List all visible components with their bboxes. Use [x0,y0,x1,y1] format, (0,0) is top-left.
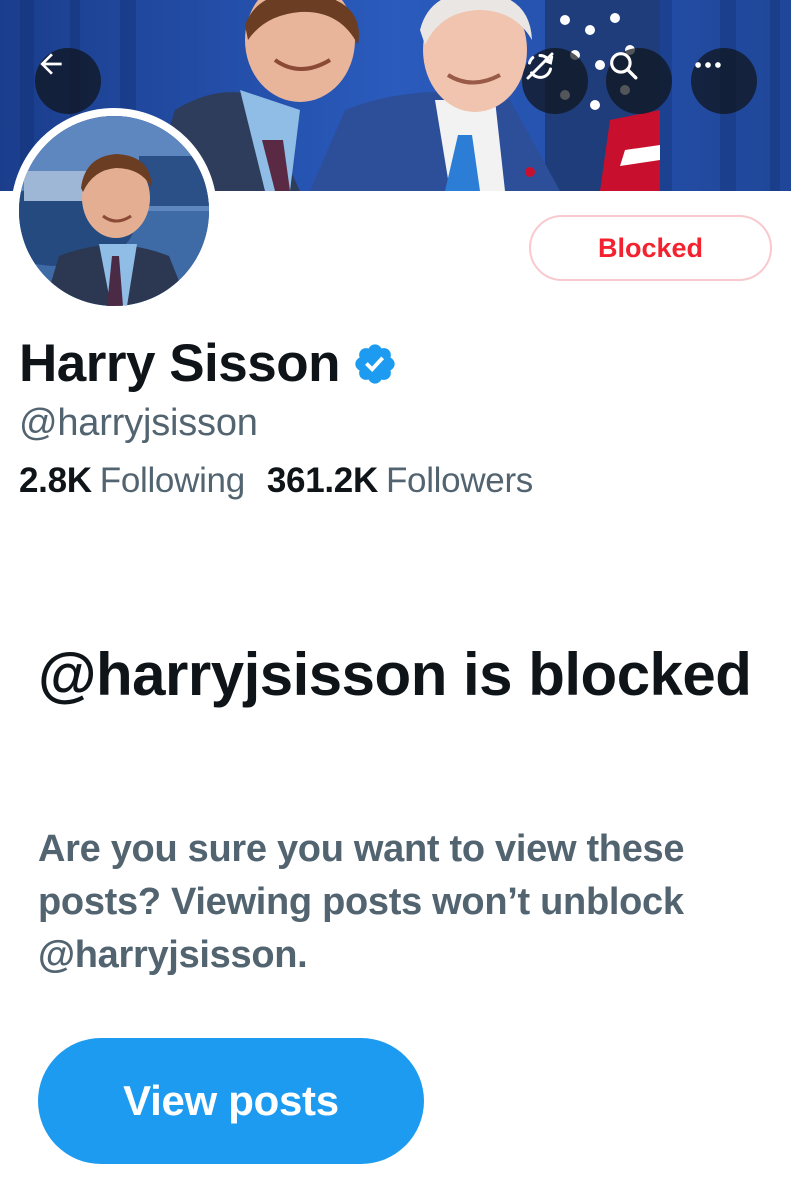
search-icon [610,52,638,80]
more-options-button[interactable] [691,48,757,114]
verified-badge-icon[interactable] [352,341,398,387]
profile-handle: @harryjsisson [19,402,258,444]
profile-page: Blocked Harry Sisson @harryjsisson 2.8K … [0,0,791,1200]
following-label: Following [99,461,245,500]
back-button[interactable] [35,48,101,114]
view-posts-label: View posts [123,1077,339,1124]
blocked-button[interactable]: Blocked [529,215,772,281]
profile-stats: 2.8K Following 361.2K Followers [19,461,533,501]
view-posts-button[interactable]: View posts [38,1038,424,1164]
profile-name-row: Harry Sisson [19,333,398,394]
blocked-button-label: Blocked [597,232,704,263]
more-horizontal-icon [695,62,721,68]
translate-toggle-button[interactable] [522,48,588,114]
followers-count: 361.2K [266,461,378,500]
search-button[interactable] [606,48,672,114]
display-name: Harry Sisson [19,334,340,393]
following-stat[interactable]: 2.8K Following [19,461,245,501]
avatar-photo [19,116,209,306]
no-sync-icon [526,52,554,80]
followers-stat[interactable]: 361.2K Followers [267,461,533,501]
following-count: 2.8K [19,461,92,500]
blocked-notice-title: @harryjsisson is blocked [38,641,752,708]
arrow-left-icon [40,53,62,75]
blocked-notice-body: Are you sure you want to view these post… [38,828,685,976]
followers-label: Followers [385,461,534,500]
avatar[interactable] [11,108,217,314]
